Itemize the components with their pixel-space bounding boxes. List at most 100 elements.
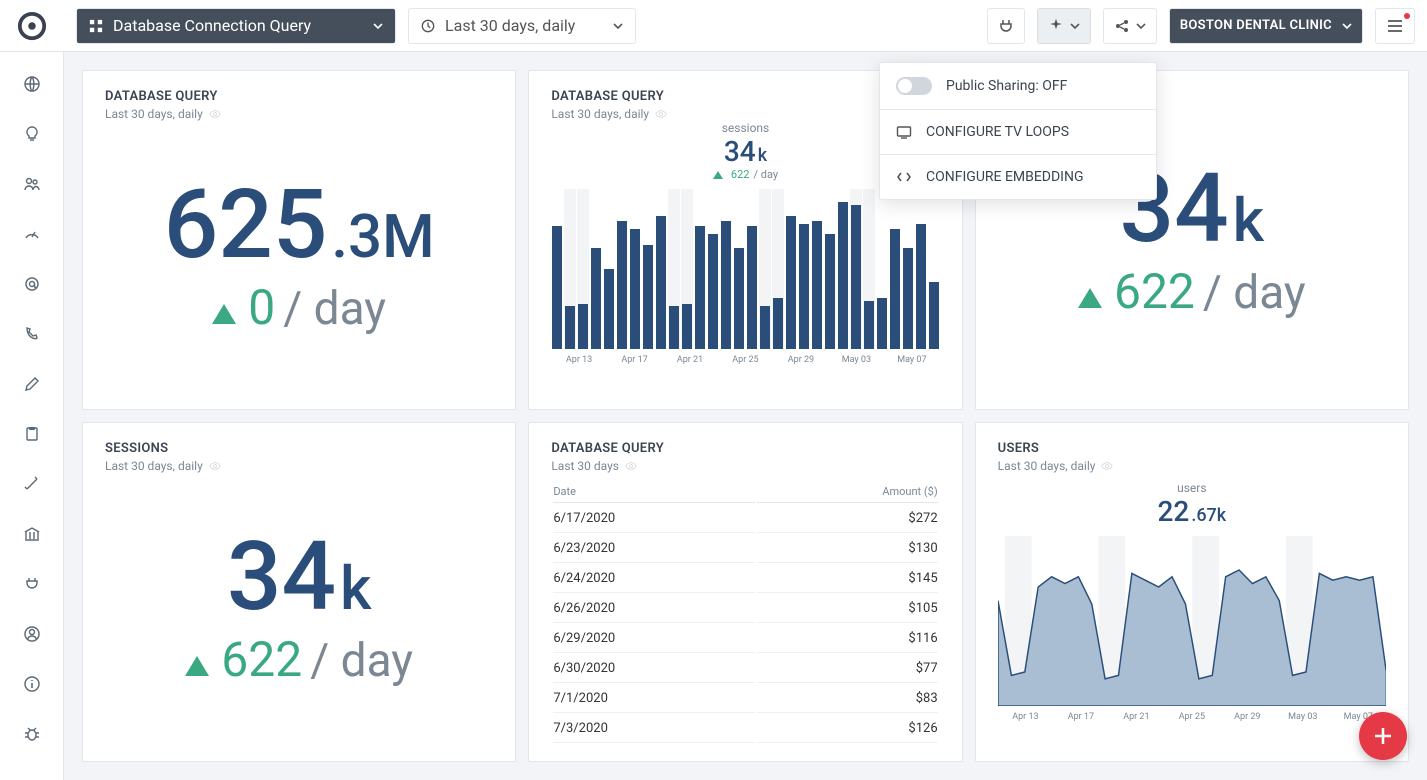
table-row: 6/26/2020$105 [553,595,937,623]
bar [721,221,731,349]
public-sharing-toggle-row[interactable]: Public Sharing: OFF [880,63,1156,109]
wand-icon [23,475,41,493]
chart-suffix: .67k [1191,505,1226,526]
main-menu-button[interactable] [1375,8,1415,44]
sidebar-bug[interactable] [20,722,44,746]
bar [643,245,653,349]
at-icon [23,275,41,293]
sidebar-edit[interactable] [20,372,44,396]
chart-measure: users [998,481,1386,495]
share-button[interactable] [1103,8,1157,44]
configure-embedding[interactable]: CONFIGURE EMBEDDING [880,154,1156,199]
bar [552,226,562,349]
bar-slot [720,189,732,349]
bar-slot [928,189,940,349]
theme-button[interactable] [1037,8,1091,44]
sidebar-info[interactable] [20,672,44,696]
panel-db-query-metric: DATABASE QUERY Last 30 days, daily 625.3… [82,70,516,410]
metric-delta: 622 [221,631,302,688]
metric-suffix: k [1233,185,1264,256]
sidebar-globe[interactable] [20,72,44,96]
sidebar-bank[interactable] [20,522,44,546]
bar [773,298,783,349]
axis-label: Apr 25 [1164,712,1219,722]
sidebar-users[interactable] [20,172,44,196]
metric-per: / day [310,634,413,688]
axis-label: Apr 29 [1220,712,1275,722]
cell-amount: $83 [757,685,938,713]
workspace-label: BOSTON DENTAL CLINIC [1180,18,1332,33]
bar [747,226,757,349]
date-range-selector[interactable]: Last 30 days, daily [408,8,636,44]
bar-slot [551,189,563,349]
bar [604,269,614,349]
sidebar-account[interactable] [20,622,44,646]
axis-label: Apr 17 [1053,712,1108,722]
axis-label: Apr 13 [998,712,1053,722]
bar-slot [733,189,745,349]
sidebar-plug[interactable] [20,572,44,596]
bar [617,221,627,349]
add-button[interactable] [1359,712,1407,760]
panel-title: USERS [998,441,1386,456]
cell-amount: $145 [757,565,938,593]
public-sharing-label: Public Sharing: OFF [946,78,1067,94]
chart-suffix: k [758,145,767,166]
sidebar-clipboard[interactable] [20,422,44,446]
bar [669,306,679,349]
plugin-button[interactable] [987,8,1025,44]
bar [864,301,874,349]
cell-date: 6/26/2020 [553,595,755,623]
configure-tv-loops[interactable]: CONFIGURE TV LOOPS [880,109,1156,154]
hamburger-icon [1386,17,1404,35]
cell-amount: $130 [757,535,938,563]
cell-amount: $116 [757,625,938,653]
chart-delta: 622 [731,168,750,181]
cell-amount: $105 [757,595,938,623]
x-axis: Apr 13Apr 17Apr 21Apr 25Apr 29May 03May … [551,355,939,365]
workspace-selector[interactable]: BOSTON DENTAL CLINIC [1169,8,1363,44]
query-selector[interactable]: Database Connection Query [76,8,396,44]
panel-title: DATABASE QUERY [551,441,939,456]
bar-slot [798,189,810,349]
area-chart [998,536,1386,706]
chevron-down-icon [1070,21,1080,31]
code-icon [896,169,912,185]
bar-slot [785,189,797,349]
up-arrow-icon [1078,288,1102,308]
date-range-label: Last 30 days, daily [445,16,575,35]
axis-label: Apr 25 [718,355,773,365]
axis-label: May 07 [884,355,939,365]
axis-label: Apr 13 [551,355,606,365]
bar-chart [551,189,939,349]
amount-table: Date Amount ($) 6/17/2020$2726/23/2020$1… [551,479,939,745]
sidebar-at[interactable] [20,272,44,296]
sidebar-speed[interactable] [20,222,44,246]
notification-dot [1404,13,1410,19]
up-arrow-icon [212,304,236,324]
panel-users: USERS Last 30 days, daily users 22.67k A… [975,422,1409,762]
axis-label: May 03 [1275,712,1330,722]
bar-slot [681,189,693,349]
chevron-down-icon [613,21,623,31]
metric: 625.3M 0/ day [164,177,435,336]
clock-icon [421,19,435,33]
bug-icon [23,725,41,743]
bar [929,282,939,349]
sidebar [0,52,64,780]
sidebar-phone[interactable] [20,322,44,346]
bar [903,248,913,349]
embed-label: CONFIGURE EMBEDDING [926,169,1084,185]
sidebar-wand[interactable] [20,472,44,496]
chart-value: 22 [1157,495,1189,528]
panel-db-query-table: DATABASE QUERY Last 30 days Date Amount … [528,422,962,762]
sidebar-idea[interactable] [20,122,44,146]
pencil-icon [23,375,41,393]
toggle-switch[interactable] [896,77,932,95]
metric-suffix: k [340,553,371,624]
chevron-down-icon [373,21,383,31]
bar-slot [629,189,641,349]
panel-subtitle: Last 30 days [551,459,939,473]
metric-suffix: .3M [331,201,434,272]
app-logo[interactable] [0,0,64,52]
